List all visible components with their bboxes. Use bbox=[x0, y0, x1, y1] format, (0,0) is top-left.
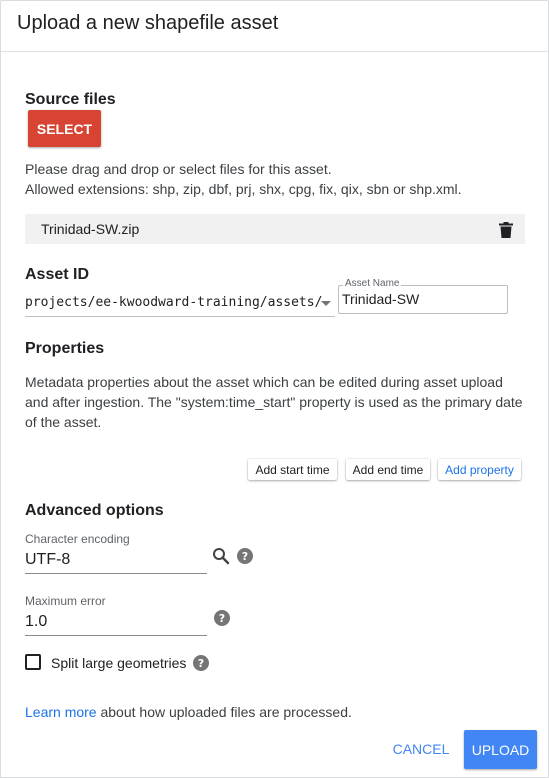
add-property-button[interactable]: Add property bbox=[438, 459, 521, 480]
character-encoding-underline bbox=[25, 573, 207, 574]
trash-icon[interactable] bbox=[499, 222, 513, 238]
file-list-item: Trinidad-SW.zip bbox=[25, 214, 525, 244]
learn-more-text: Learn more about how uploaded files are … bbox=[25, 704, 352, 720]
cancel-button[interactable]: CANCEL bbox=[383, 730, 459, 768]
character-encoding-label: Character encoding bbox=[25, 532, 130, 546]
source-files-help-line2: Allowed extensions: shp, zip, dbf, prj, … bbox=[25, 181, 462, 197]
split-geometries-checkbox[interactable] bbox=[25, 654, 41, 670]
file-name: Trinidad-SW.zip bbox=[41, 221, 140, 237]
dialog-title: Upload a new shapefile asset bbox=[17, 12, 279, 34]
learn-more-link[interactable]: Learn more bbox=[25, 704, 97, 720]
upload-dialog: Upload a new shapefile asset Source file… bbox=[0, 0, 549, 778]
properties-description-line3: of the asset. bbox=[25, 414, 102, 430]
select-files-button[interactable]: SELECT bbox=[28, 110, 101, 147]
split-geometries-label: Split large geometries bbox=[51, 655, 187, 671]
maximum-error-input[interactable]: 1.0 bbox=[25, 613, 47, 631]
chevron-down-icon[interactable] bbox=[320, 297, 332, 309]
asset-name-value[interactable]: Trinidad-SW bbox=[342, 291, 419, 307]
help-icon[interactable]: ? bbox=[193, 655, 209, 671]
asset-name-label: Asset Name bbox=[343, 278, 402, 289]
properties-description-line1: Metadata properties about the asset whic… bbox=[25, 374, 503, 390]
dialog-header: Upload a new shapefile asset bbox=[1, 1, 548, 52]
asset-path-underline bbox=[25, 316, 335, 317]
source-files-heading: Source files bbox=[25, 91, 116, 108]
asset-id-heading: Asset ID bbox=[25, 266, 90, 283]
source-files-help-line1: Please drag and drop or select files for… bbox=[25, 161, 332, 177]
advanced-options-heading: Advanced options bbox=[25, 502, 164, 519]
help-icon[interactable]: ? bbox=[237, 548, 253, 564]
help-icon[interactable]: ? bbox=[214, 610, 230, 626]
maximum-error-underline bbox=[25, 635, 207, 636]
character-encoding-input[interactable]: UTF-8 bbox=[25, 551, 70, 569]
upload-button[interactable]: UPLOAD bbox=[464, 730, 537, 769]
search-icon[interactable] bbox=[212, 547, 230, 565]
maximum-error-label: Maximum error bbox=[25, 594, 106, 608]
learn-more-suffix: about how uploaded files are processed. bbox=[96, 704, 352, 720]
add-end-time-button[interactable]: Add end time bbox=[346, 459, 430, 480]
add-start-time-button[interactable]: Add start time bbox=[248, 459, 337, 480]
properties-description-line2: and after ingestion. The "system:time_st… bbox=[25, 394, 523, 410]
properties-heading: Properties bbox=[25, 340, 105, 357]
asset-path-prefix-select[interactable]: projects/ee-kwoodward-training/assets/ bbox=[25, 295, 322, 310]
